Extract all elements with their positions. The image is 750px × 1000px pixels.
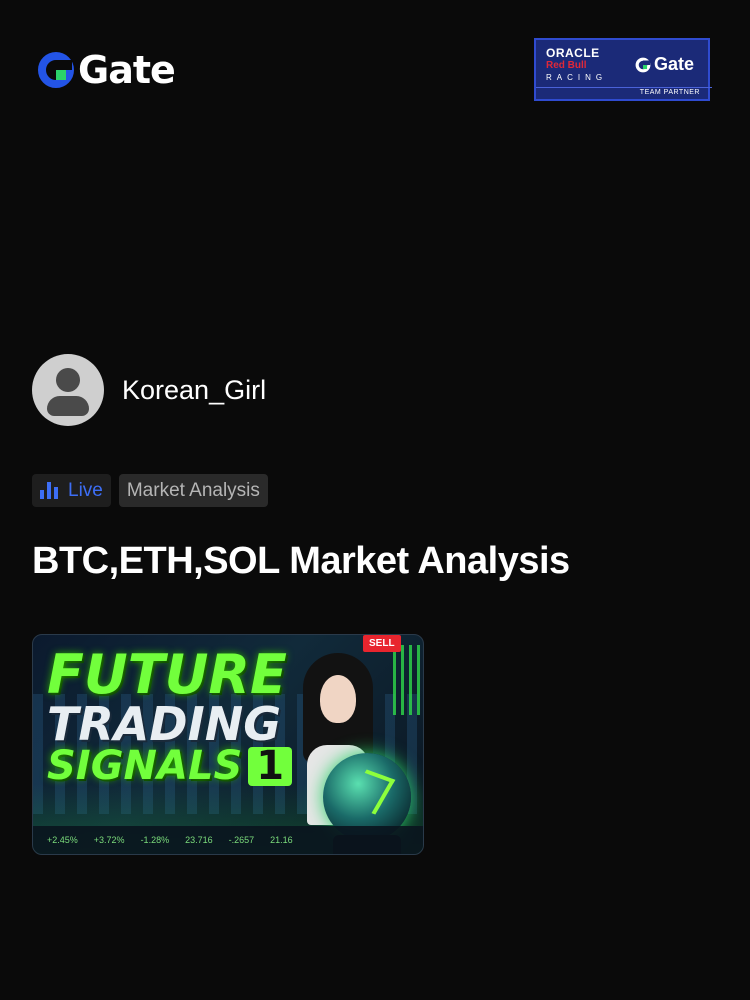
partner-divider [536, 87, 712, 88]
partner-gate-text: Gate [654, 54, 695, 74]
author-row[interactable]: Korean_Girl [32, 354, 266, 426]
avatar-body-shape [47, 396, 89, 416]
thumbnail-headline: FUTURE TRADING SIGNALS 1 [47, 643, 293, 789]
tag-row: Live Market Analysis [32, 474, 268, 507]
sell-badge: SELL [363, 635, 401, 652]
ticker-item: -1.28% [140, 835, 170, 845]
partner-redbull-text: Red Bull [546, 60, 587, 71]
avatar-head-shape [56, 368, 80, 392]
live-bars-icon [40, 482, 58, 499]
headline-future: FUTURE [47, 643, 287, 706]
headline-number: 1 [248, 746, 293, 787]
category-label: Market Analysis [126, 479, 260, 501]
headline-signals: SIGNALS [47, 742, 243, 789]
ticker-item: +3.72% [93, 835, 125, 845]
candlestick-chart-icon [393, 645, 423, 715]
partner-oracle-text: ORACLE [546, 46, 600, 60]
default-avatar-icon[interactable] [32, 354, 104, 426]
team-partner-banner: ORACLE Red Bull RACING Gate TEAM PARTNER [534, 38, 712, 101]
price-ticker: +2.45% +3.72% -1.28% 23.716 -.2657 21.16 [33, 826, 423, 854]
gate-logo-icon [38, 52, 74, 88]
live-label: Live [68, 479, 103, 501]
live-badge[interactable]: Live [32, 474, 111, 507]
partner-racing-text: RACING [546, 73, 608, 82]
gate-small-icon [635, 57, 651, 72]
ticker-item: +2.45% [47, 835, 78, 845]
ticker-item: 21.16 [270, 835, 293, 845]
logo-text: Gate [78, 48, 176, 92]
category-tag[interactable]: Market Analysis [118, 474, 268, 507]
ticker-item: -.2657 [228, 835, 255, 845]
post-title: BTC,ETH,SOL Market Analysis [32, 540, 570, 582]
headline-trading: TRADING [47, 696, 281, 751]
partner-gate-logo: Gate [634, 54, 694, 75]
post-thumbnail[interactable]: SELL FUTURE TRADING SIGNALS 1 +2.45% +3.… [32, 634, 424, 855]
author-name[interactable]: Korean_Girl [122, 375, 266, 406]
ticker-item: 23.716 [185, 835, 213, 845]
team-partner-label: TEAM PARTNER [639, 89, 700, 96]
gate-logo[interactable]: Gate [36, 48, 176, 92]
